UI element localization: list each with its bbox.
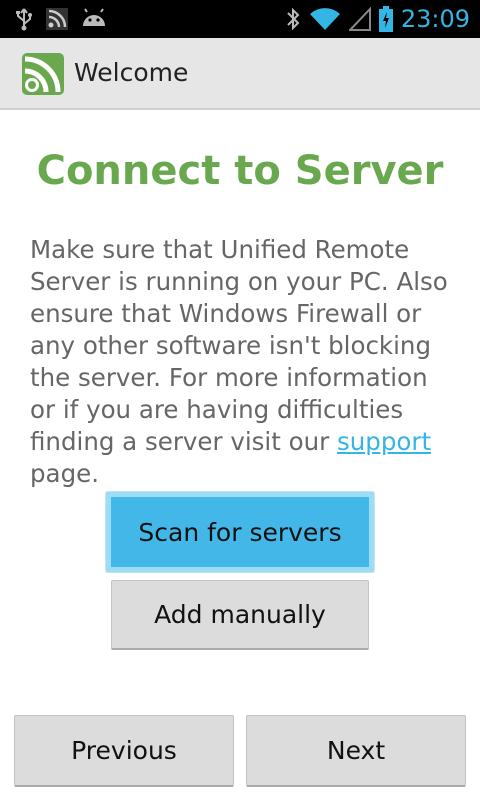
instructions-text-part2: page. [30, 459, 99, 488]
action-bar-title: Welcome [74, 58, 189, 87]
instructions-text-part1: Make sure that Unified Remote Server is … [30, 235, 448, 456]
previous-button[interactable]: Previous [14, 715, 234, 787]
status-bar-right: 23:09 [285, 4, 470, 34]
instructions-text: Make sure that Unified Remote Server is … [30, 234, 460, 490]
status-bar: 23:09 [0, 0, 480, 38]
rss-notification-icon [46, 8, 68, 30]
bluetooth-icon [287, 7, 300, 31]
android-icon [83, 8, 105, 26]
scan-for-servers-button[interactable]: Scan for servers [106, 492, 374, 572]
next-button[interactable]: Next [246, 715, 466, 787]
usb-icon [16, 8, 32, 31]
page-heading: Connect to Server [36, 148, 444, 194]
app-logo-icon[interactable] [22, 53, 64, 95]
status-bar-left [14, 7, 108, 31]
wifi-icon [309, 8, 340, 30]
signal-icon [348, 7, 371, 31]
battery-charging-icon [378, 6, 393, 32]
add-manually-button[interactable]: Add manually [111, 580, 369, 650]
status-time: 23:09 [400, 5, 470, 33]
action-bar: Welcome [0, 38, 480, 110]
support-link[interactable]: support [337, 427, 431, 456]
